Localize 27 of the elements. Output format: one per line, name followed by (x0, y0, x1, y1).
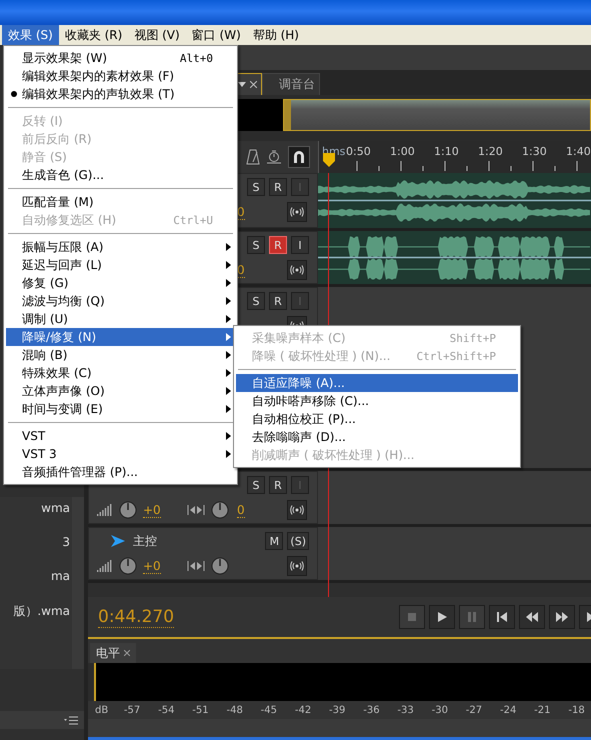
scale-label: -45 (260, 704, 278, 716)
shortcut-text: Shift+P (450, 332, 497, 344)
tab-label: 电平 (96, 644, 120, 662)
scale-label: -30 (430, 704, 449, 716)
ruler-label: 1:20 (478, 145, 504, 158)
scale-label: -18 (567, 704, 586, 716)
scale-label: dB (95, 704, 110, 716)
scale-label: -57 (122, 704, 142, 716)
ruler-label: 1:00 (390, 145, 416, 158)
scale-label: -54 (157, 704, 176, 716)
scale-label: -48 (225, 704, 244, 716)
ruler-label: 1:40 (566, 145, 591, 158)
track-name: 主控 (133, 532, 157, 550)
shortcut-text: Ctrl+Shift+P (416, 350, 497, 362)
scale-label: -24 (498, 704, 518, 716)
scale-label: -39 (328, 704, 346, 716)
scale-label: -21 (533, 704, 552, 716)
scale-label: -33 (396, 704, 415, 716)
scale-label: -36 (362, 704, 381, 716)
ruler-label: 1:30 (522, 145, 548, 158)
scale-label: -51 (191, 704, 210, 716)
ruler-label: 1:10 (434, 145, 460, 158)
ruler-label: 0:50 (346, 145, 372, 158)
scale-label: -27 (464, 704, 484, 716)
shortcut-text: Ctrl+U (173, 214, 214, 226)
shortcut-text: Alt+0 (180, 52, 214, 64)
scale-label: -42 (294, 704, 312, 716)
